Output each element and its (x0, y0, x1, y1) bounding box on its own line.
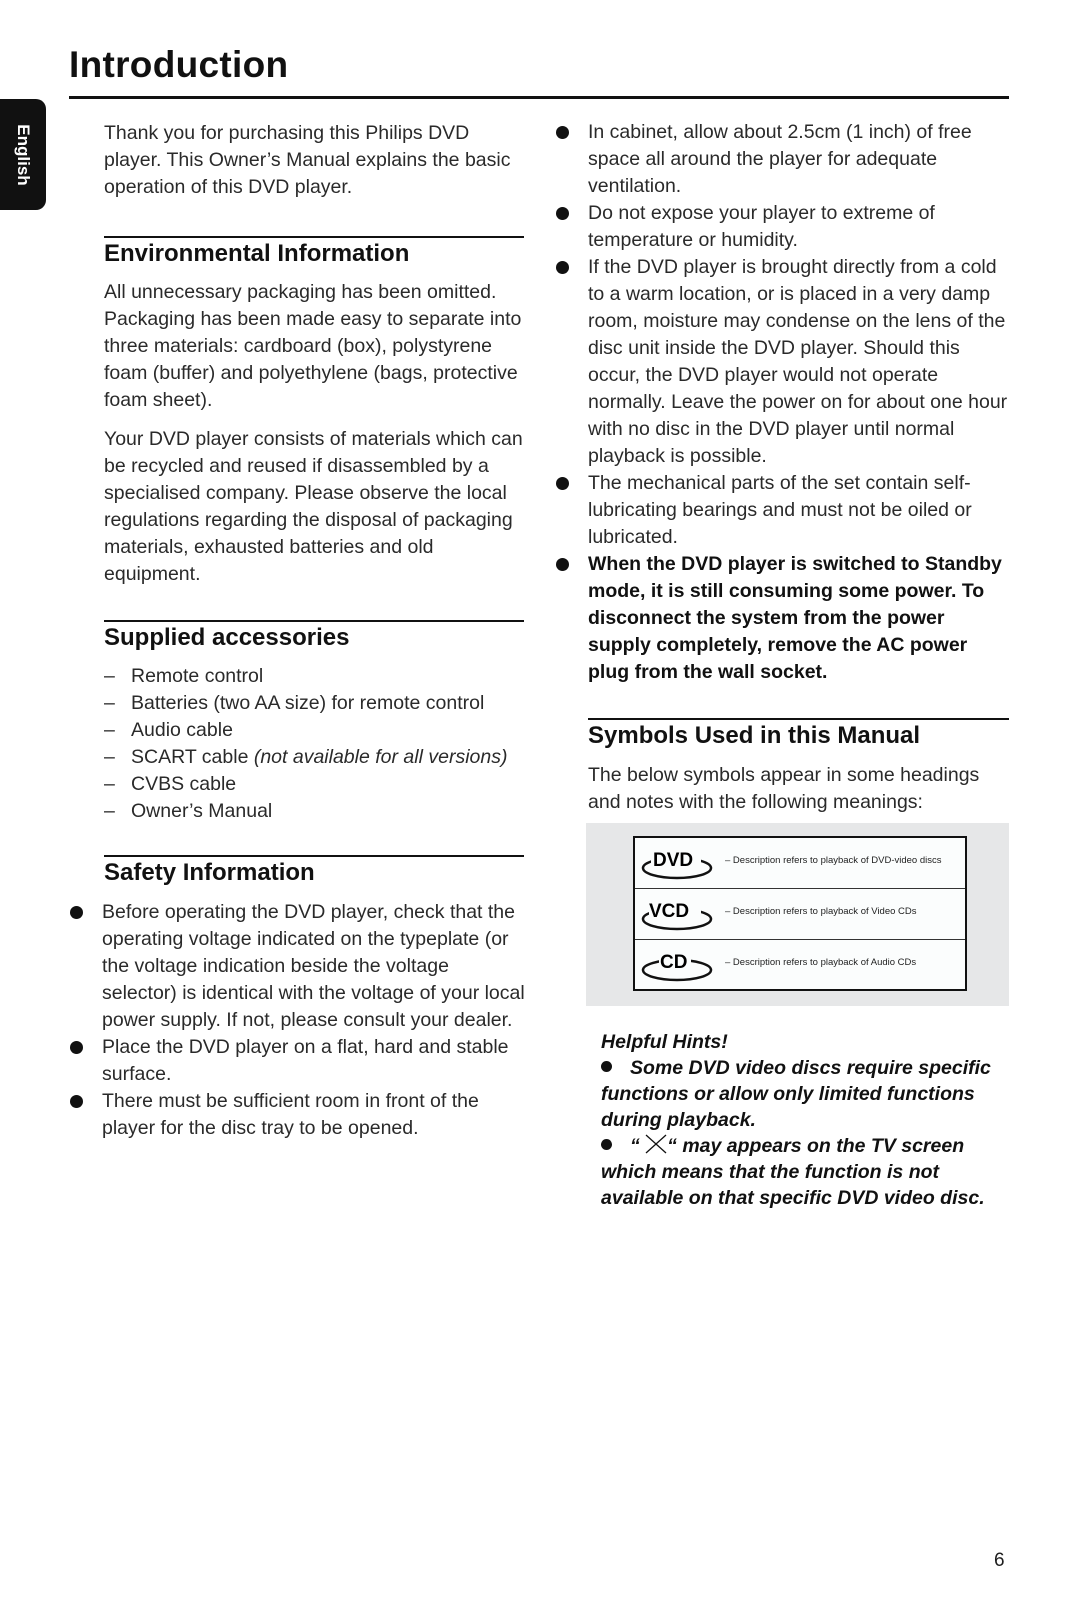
symbol-description: – Description refers to playback of Vide… (725, 906, 917, 917)
bullet-icon (601, 1061, 612, 1072)
safety-list-continued: In cabinet, allow about 2.5cm (1 inch) o… (556, 119, 1011, 686)
bullet-icon (556, 477, 569, 490)
hint-item: “ “ may appears on the TV screen which m… (601, 1134, 985, 1209)
bullet-icon (556, 126, 569, 139)
list-item: There must be sufficient room in front o… (70, 1088, 525, 1142)
helpful-hints: Helpful Hints! Some DVD video discs requ… (601, 1029, 1011, 1211)
section-divider (104, 855, 524, 857)
symbol-description: – Description refers to playback of Audi… (725, 957, 917, 968)
bullet-icon (70, 1041, 83, 1054)
svg-text:VCD: VCD (649, 901, 689, 922)
vcd-logo-icon: VCD (641, 901, 713, 931)
list-item: Batteries (two AA size) for remote contr… (104, 690, 529, 717)
accessories-heading: Supplied accessories (104, 624, 350, 651)
list-item: Remote control (104, 663, 529, 690)
title-divider (69, 96, 1009, 99)
bullet-icon (601, 1139, 612, 1150)
hints-heading: Helpful Hints! (601, 1031, 728, 1053)
page-number: 6 (994, 1550, 1005, 1571)
symbol-row-vcd: VCD – Description refers to playback of … (635, 889, 965, 940)
list-item: Before operating the DVD player, check t… (70, 899, 525, 1034)
symbols-table: DVD – Description refers to playback of … (633, 836, 967, 991)
svg-text:CD: CD (660, 952, 687, 973)
list-item: Audio cable (104, 717, 529, 744)
section-divider (104, 236, 524, 238)
bullet-icon (556, 207, 569, 220)
cd-logo-icon: CD (641, 952, 713, 982)
symbol-description: – Description refers to playback of DVD-… (725, 855, 942, 866)
list-item: SCART cable (not available for all versi… (104, 744, 529, 771)
language-tab: English (0, 99, 46, 210)
prohibited-x-icon (645, 1134, 667, 1154)
list-item: If the DVD player is brought directly fr… (556, 254, 1011, 470)
list-item: Place the DVD player on a flat, hard and… (70, 1034, 525, 1088)
symbols-heading: Symbols Used in this Manual (588, 722, 921, 749)
accessories-list: Remote control Batteries (two AA size) f… (104, 663, 529, 825)
environmental-paragraph: All unnecessary packaging has been omitt… (104, 281, 522, 411)
hint-item: Some DVD video discs require specific fu… (601, 1057, 991, 1131)
bullet-icon (556, 261, 569, 274)
dvd-logo-icon: DVD (641, 850, 713, 880)
language-tab-label: English (14, 123, 33, 186)
safety-heading: Safety Information (104, 859, 315, 886)
bullet-icon (70, 906, 83, 919)
section-divider (588, 718, 1009, 720)
list-item: The mechanical parts of the set contain … (556, 470, 1011, 551)
environmental-heading: Environmental Information (104, 240, 410, 267)
bullet-icon (70, 1095, 83, 1108)
symbol-row-cd: CD – Description refers to playback of A… (635, 940, 965, 990)
list-item: CVBS cable (104, 771, 529, 798)
list-item: Do not expose your player to extreme of … (556, 200, 1011, 254)
safety-list: Before operating the DVD player, check t… (70, 899, 525, 1142)
page-title: Introduction (69, 44, 289, 85)
symbol-row-dvd: DVD – Description refers to playback of … (635, 838, 965, 889)
section-divider (104, 620, 524, 622)
intro-paragraph: Thank you for purchasing this Philips DV… (104, 122, 511, 198)
symbols-intro: The below symbols appear in some heading… (588, 764, 980, 813)
svg-text:DVD: DVD (653, 850, 693, 871)
environmental-paragraph: Your DVD player consists of materials wh… (104, 428, 523, 585)
environmental-text: All unnecessary packaging has been omitt… (104, 279, 529, 600)
list-item-warning: When the DVD player is switched to Stand… (556, 551, 1011, 686)
bullet-icon (556, 558, 569, 571)
list-item: Owner’s Manual (104, 798, 529, 825)
list-item: In cabinet, allow about 2.5cm (1 inch) o… (556, 119, 1011, 200)
